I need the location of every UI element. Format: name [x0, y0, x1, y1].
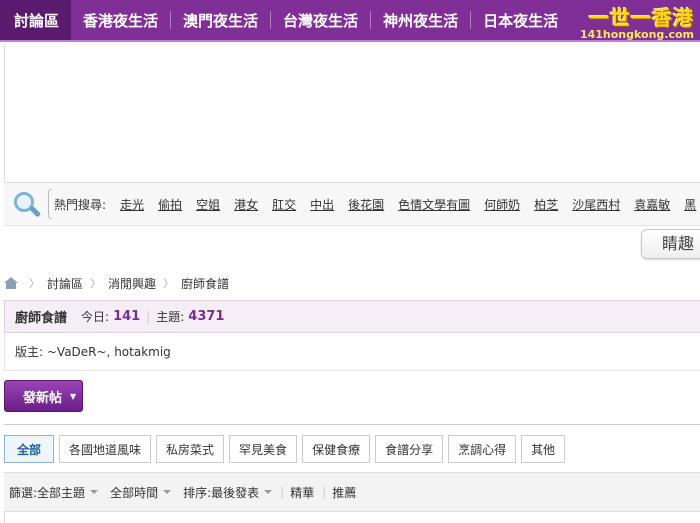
- tab-category[interactable]: 罕見美食: [229, 435, 298, 463]
- tab-category[interactable]: 各國地道風味: [59, 435, 152, 463]
- caret-down-icon: [264, 490, 273, 494]
- home-icon[interactable]: [4, 277, 18, 289]
- divider: |: [322, 485, 327, 499]
- hot-search-link[interactable]: 空姐: [196, 196, 220, 213]
- nav-forum[interactable]: 討論區: [0, 0, 72, 40]
- interest-button[interactable]: 睛趣: [641, 229, 700, 259]
- digest-link[interactable]: 精華: [290, 484, 314, 501]
- hot-search-bar: 熱門搜尋: 走光 偷拍 空姐 港女 肛交 中出 後花園 色情文學有圖 何師奶 柏…: [4, 182, 700, 226]
- sort-dropdown[interactable]: 排序: 最後發表: [183, 484, 273, 501]
- divider: |: [146, 309, 151, 324]
- filter-bar: 篩選: 全部主題 全部時間 排序: 最後發表 | 精華 | 推薦: [4, 472, 700, 512]
- hot-search-link[interactable]: 柏芝: [534, 196, 558, 213]
- moderators-line: 版主: ~VaDeR~, hotakmig: [4, 333, 700, 371]
- tab-category[interactable]: 私房菜式: [156, 435, 225, 463]
- topics-label: 主題:: [156, 310, 185, 324]
- topics-count: 4371: [188, 309, 225, 324]
- hot-search-link[interactable]: 黑: [684, 196, 696, 213]
- hot-search-link[interactable]: 色情文學有圖: [398, 196, 470, 213]
- time-filter-value: 全部時間: [110, 485, 159, 500]
- forum-header: 廚師食譜 今日: 141 | 主題: 4371: [4, 300, 700, 333]
- top-nav: 討論區 香港夜生活 澳門夜生活 台灣夜生活 神州夜生活 日本夜生活 一世一香港 …: [0, 0, 700, 42]
- logo-domain: 141hongkong.com: [579, 27, 694, 41]
- site-logo[interactable]: 一世一香港 141hongkong.com: [572, 0, 700, 41]
- new-post-label: 發新帖: [23, 390, 63, 406]
- caret-down-icon: [90, 490, 99, 494]
- search-icon[interactable]: [10, 189, 44, 219]
- breadcrumb-leisure[interactable]: 消閒興趣: [108, 275, 156, 292]
- nav-china-nightlife[interactable]: 神州夜生活: [371, 0, 470, 40]
- hot-search-link[interactable]: 偷拍: [158, 196, 182, 213]
- today-count: 141: [113, 309, 141, 324]
- hot-search-link[interactable]: 肛交: [272, 196, 296, 213]
- topic-filter-value: 全部主題: [37, 485, 86, 500]
- divider: [4, 424, 700, 425]
- nav-japan-nightlife[interactable]: 日本夜生活: [471, 0, 570, 40]
- hot-search-link[interactable]: 沙尾西村: [572, 196, 620, 213]
- hot-search-link[interactable]: 中出: [310, 196, 334, 213]
- nav-hk-nightlife[interactable]: 香港夜生活: [71, 0, 170, 40]
- nav-taiwan-nightlife[interactable]: 台灣夜生活: [271, 0, 370, 40]
- chevron-right-icon: 〉: [90, 277, 102, 290]
- nav-macau-nightlife[interactable]: 澳門夜生活: [171, 0, 270, 40]
- hot-search-link[interactable]: 港女: [234, 196, 258, 213]
- breadcrumb-forum[interactable]: 討論區: [47, 275, 83, 292]
- hot-search-link[interactable]: 何師奶: [484, 196, 520, 213]
- breadcrumb: 〉 討論區 〉 消閒興趣 〉 廚師食譜: [4, 274, 229, 292]
- tab-category[interactable]: 食譜分享: [375, 435, 444, 463]
- time-filter[interactable]: 全部時間: [110, 484, 172, 501]
- today-label: 今日:: [81, 310, 110, 324]
- tab-category[interactable]: 烹調心得: [448, 435, 517, 463]
- new-post-button[interactable]: 發新帖 ▼: [4, 380, 83, 412]
- hot-search-link[interactable]: 後花園: [348, 196, 384, 213]
- filter-label: 篩選:: [9, 485, 38, 500]
- hot-search-label: 熱門搜尋:: [54, 197, 107, 212]
- logo-title: 一世一香港: [589, 5, 694, 30]
- thread-list-area: [4, 512, 700, 523]
- recommend-link[interactable]: 推薦: [332, 484, 356, 501]
- hot-search-link[interactable]: 袁嘉敏: [634, 196, 670, 213]
- hot-search-link[interactable]: 走光: [120, 196, 144, 213]
- forum-title[interactable]: 廚師食譜: [15, 307, 67, 326]
- banner-area: [4, 44, 700, 182]
- tab-category[interactable]: 其他: [521, 435, 566, 463]
- caret-down-icon: ▼: [70, 391, 77, 401]
- chevron-right-icon: 〉: [29, 277, 40, 290]
- moderators-text[interactable]: 版主: ~VaDeR~, hotakmig: [15, 343, 171, 360]
- tab-all[interactable]: 全部: [4, 435, 55, 463]
- category-tabs: 全部 各國地道風味 私房菜式 罕見美食 保健食療 食譜分享 烹調心得 其他: [4, 435, 570, 463]
- divider: |: [280, 485, 285, 499]
- sort-label: 排序:: [183, 485, 212, 500]
- caret-down-icon: [163, 490, 172, 494]
- bracket-divider: [48, 189, 52, 219]
- chevron-right-icon: 〉: [163, 277, 175, 290]
- sort-value: 最後發表: [211, 485, 260, 500]
- tab-category[interactable]: 保健食療: [302, 435, 371, 463]
- breadcrumb-current[interactable]: 廚師食譜: [181, 275, 229, 292]
- topic-filter[interactable]: 篩選: 全部主題: [9, 484, 99, 501]
